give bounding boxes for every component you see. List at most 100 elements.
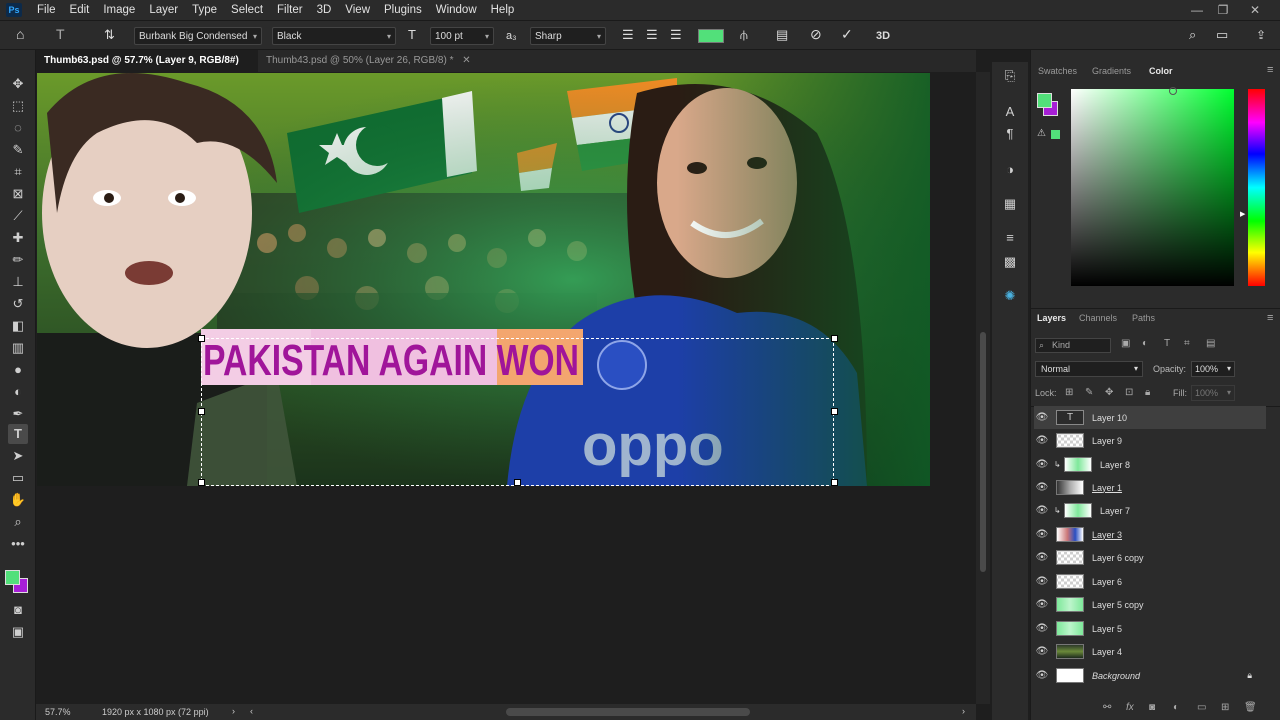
layer-row[interactable]: 👁︎ Layer 6: [1034, 570, 1266, 593]
history-panel-icon[interactable]: ⎘: [1000, 66, 1020, 86]
eraser-tool-icon[interactable]: ◧: [8, 316, 28, 336]
font-style-dropdown[interactable]: Black ▾: [272, 27, 396, 45]
type-tool-preset-icon[interactable]: T: [56, 25, 65, 43]
cancel-icon[interactable]: ⊘: [810, 25, 822, 43]
pen-tool-icon[interactable]: ✒: [8, 404, 28, 424]
layer-name[interactable]: Background: [1092, 671, 1140, 681]
layer-name[interactable]: Layer 5 copy: [1092, 600, 1144, 610]
vertical-scrollbar[interactable]: [976, 72, 990, 704]
menu-select[interactable]: Select: [224, 4, 270, 16]
visibility-eye-icon[interactable]: 👁︎: [1034, 435, 1050, 446]
blur-tool-icon[interactable]: ●: [8, 360, 28, 380]
layer-row[interactable]: 👁︎ Layer 9: [1034, 429, 1266, 452]
menu-image[interactable]: Image: [96, 4, 142, 16]
tab-gradients[interactable]: Gradients: [1092, 66, 1131, 76]
menu-layer[interactable]: Layer: [142, 4, 185, 16]
layer-row[interactable]: 👁︎ Layer 4: [1034, 640, 1266, 663]
menu-plugins[interactable]: Plugins: [377, 4, 429, 16]
tab-thumb43[interactable]: Thumb43.psd @ 50% (Layer 26, RGB/8) * ✕: [258, 50, 479, 72]
tab-channels[interactable]: Channels: [1079, 313, 1117, 323]
rectangle-tool-icon[interactable]: ▭: [8, 468, 28, 488]
filter-smart-object-icon[interactable]: ▤: [1206, 338, 1215, 349]
menu-view[interactable]: View: [338, 4, 377, 16]
tab-swatches[interactable]: Swatches: [1038, 66, 1077, 76]
visibility-eye-icon[interactable]: 👁︎: [1034, 505, 1050, 516]
crop-tool-icon[interactable]: ⌗: [8, 162, 28, 182]
layer-row[interactable]: 👁︎ Background 🔒︎: [1034, 664, 1266, 687]
close-icon[interactable]: ✕: [1242, 0, 1268, 20]
visibility-eye-icon[interactable]: 👁︎: [1034, 646, 1050, 657]
layer-name[interactable]: Layer 7: [1100, 506, 1130, 516]
share-icon[interactable]: ⇪: [1256, 26, 1266, 44]
eyedropper-tool-icon[interactable]: ⟋: [8, 206, 28, 226]
align-right-icon[interactable]: ☰: [670, 26, 682, 44]
foreground-color-swatch[interactable]: [5, 570, 20, 585]
lock-position-icon[interactable]: ✥: [1105, 387, 1113, 398]
visibility-eye-icon[interactable]: 👁︎: [1034, 623, 1050, 634]
quick-select-tool-icon[interactable]: ✎: [8, 140, 28, 160]
3d-button[interactable]: 3D: [876, 27, 890, 45]
align-center-icon[interactable]: ☰: [646, 26, 658, 44]
fill-field[interactable]: 100% ▾: [1191, 385, 1235, 401]
hue-slider[interactable]: [1248, 89, 1265, 286]
minimize-icon[interactable]: —: [1184, 0, 1210, 20]
blend-mode-dropdown[interactable]: Normal ▾: [1035, 361, 1143, 377]
visibility-eye-icon[interactable]: 👁︎: [1034, 459, 1050, 470]
gamut-swatch[interactable]: [1051, 130, 1060, 139]
menu-edit[interactable]: Edit: [63, 4, 97, 16]
lock-image-icon[interactable]: ✎: [1085, 387, 1093, 398]
layer-style-icon[interactable]: fx: [1126, 702, 1134, 713]
color-fg-swatch[interactable]: [1037, 93, 1052, 108]
layer-row[interactable]: 👁︎ Layer 1: [1034, 476, 1266, 499]
workspace-icon[interactable]: ▭: [1216, 26, 1228, 44]
add-mask-icon[interactable]: ◙: [1149, 702, 1155, 713]
shapes-panel-icon[interactable]: ✺: [1000, 286, 1020, 306]
lock-transparency-icon[interactable]: ⊞: [1065, 387, 1073, 398]
visibility-eye-icon[interactable]: 👁︎: [1034, 576, 1050, 587]
menu-3d[interactable]: 3D: [310, 4, 339, 16]
paragraph-panel-icon[interactable]: ¶: [1000, 124, 1020, 144]
patterns-panel-icon[interactable]: ▩: [1000, 252, 1020, 272]
transform-handle[interactable]: [198, 335, 205, 342]
close-tab-icon[interactable]: ✕: [462, 55, 470, 66]
layer-name[interactable]: Layer 5: [1092, 624, 1122, 634]
libraries-panel-icon[interactable]: ▦: [1000, 194, 1020, 214]
document-info[interactable]: 1920 px x 1080 px (72 ppi): [102, 707, 209, 717]
screen-mode-icon[interactable]: ▣: [8, 622, 28, 642]
layer-filter-dropdown[interactable]: ⌕ Kind: [1035, 338, 1111, 353]
text-orientation-icon[interactable]: ⇅: [104, 26, 115, 44]
properties-panel-icon[interactable]: ≡: [1000, 228, 1020, 248]
menu-file[interactable]: File: [30, 4, 63, 16]
character-panel-icon[interactable]: ▤: [776, 26, 788, 44]
gradient-tool-icon[interactable]: ▥: [8, 338, 28, 358]
layer-name[interactable]: Layer 1: [1092, 483, 1122, 493]
type-tool-icon[interactable]: T: [8, 424, 28, 444]
filter-pixel-icon[interactable]: ▣: [1121, 338, 1130, 349]
chevron-right-icon[interactable]: ›: [232, 706, 235, 716]
filter-shape-icon[interactable]: ⌗: [1184, 338, 1190, 349]
layer-row[interactable]: 👁︎ ↳ Layer 8: [1034, 453, 1266, 476]
healing-brush-tool-icon[interactable]: ✚: [8, 228, 28, 248]
menu-window[interactable]: Window: [429, 4, 484, 16]
restore-icon[interactable]: ❐: [1210, 0, 1236, 20]
transform-handle[interactable]: [198, 479, 205, 486]
dodge-tool-icon[interactable]: ◐: [8, 382, 28, 402]
layer-name[interactable]: Layer 3: [1092, 530, 1122, 540]
font-family-dropdown[interactable]: Burbank Big Condensed ▾: [134, 27, 262, 45]
layer-name[interactable]: Layer 4: [1092, 647, 1122, 657]
search-icon[interactable]: ⌕: [1189, 26, 1196, 44]
hand-tool-icon[interactable]: ✋: [8, 490, 28, 510]
character-panel-icon[interactable]: A: [1000, 102, 1020, 122]
link-layers-icon[interactable]: ⚯: [1103, 702, 1111, 713]
transform-handle[interactable]: [198, 408, 205, 415]
filter-adjustment-icon[interactable]: ◐: [1142, 338, 1148, 349]
color-picker-ring[interactable]: [1169, 87, 1177, 95]
delete-layer-icon[interactable]: 🗑︎: [1244, 702, 1257, 713]
quick-mask-icon[interactable]: ◙: [8, 600, 28, 620]
panel-menu-icon[interactable]: ≡: [1267, 312, 1273, 324]
tab-layers[interactable]: Layers: [1037, 313, 1066, 323]
transform-handle[interactable]: [831, 479, 838, 486]
menu-help[interactable]: Help: [484, 4, 522, 16]
zoom-tool-icon[interactable]: ⌕: [8, 512, 28, 532]
history-brush-tool-icon[interactable]: ↺: [8, 294, 28, 314]
